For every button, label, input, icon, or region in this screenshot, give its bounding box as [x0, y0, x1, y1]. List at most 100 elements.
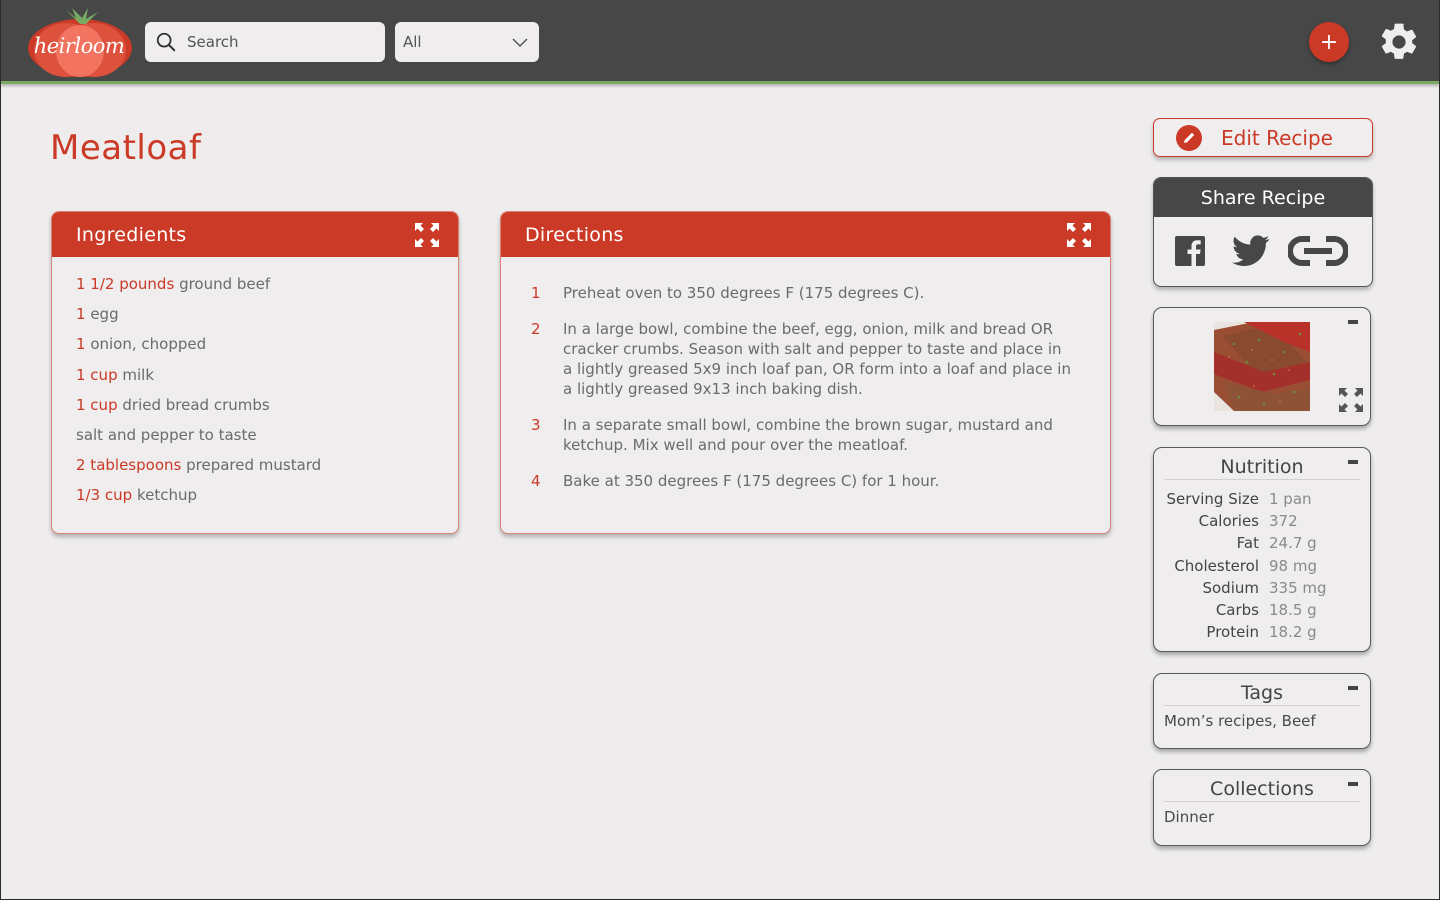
heirloom-logo[interactable]: heirloom	[26, 6, 134, 78]
edit-recipe-label: Edit Recipe	[1221, 125, 1333, 150]
step-text: Bake at 350 degrees F (175 degrees C) fo…	[563, 472, 940, 490]
collapse-tags-button[interactable]	[1348, 686, 1358, 690]
ingredient-quantity: 1 1/2 pounds	[76, 275, 175, 293]
tags-title: Tags	[1164, 682, 1360, 706]
nutrition-value: 335 mg	[1269, 578, 1327, 597]
search-icon	[156, 32, 176, 52]
collections-title: Collections	[1164, 778, 1360, 802]
logo-text: heirloom	[33, 34, 125, 58]
step-number: 1	[531, 284, 541, 302]
chevron-down-icon	[512, 38, 528, 48]
nutrition-value: 24.7 g	[1269, 534, 1317, 553]
expand-photo-icon[interactable]	[1338, 387, 1364, 413]
nutrition-value: 18.5 g	[1269, 600, 1317, 619]
nutrition-table: Serving Size 1 pan Calories 372 Fat 24.7 g …	[1154, 488, 1370, 643]
directions-card: Directions 1 Preheat oven to 350 degrees …	[500, 211, 1111, 534]
ingredient-quantity: 1 cup	[76, 395, 118, 414]
ingredient-quantity: 2 tablespoons	[76, 456, 182, 475]
ingredients-header: Ingredients	[52, 212, 458, 257]
nutrition-row: Sodium 335 mg	[1154, 577, 1370, 599]
direction-step: 3 In a separate small bowl, combine the b…	[531, 415, 1074, 455]
nutrition-row: Calories 372	[1154, 510, 1370, 532]
directions-header: Directions	[501, 212, 1110, 257]
search-box[interactable]	[145, 22, 385, 62]
twitter-icon[interactable]	[1232, 235, 1270, 267]
recipe-photo-panel	[1153, 307, 1371, 426]
nutrition-row: Carbs 18.5 g	[1154, 599, 1370, 621]
collapse-photo-button[interactable]	[1348, 320, 1358, 324]
ingredient-name: salt and pepper to taste	[76, 425, 257, 444]
collapse-nutrition-button[interactable]	[1348, 460, 1358, 464]
ingredient-item: 1 cup milk	[76, 364, 434, 394]
ingredient-name: prepared mustard	[186, 456, 322, 475]
ingredient-name: onion, chopped	[90, 335, 207, 354]
ingredient-item: salt and pepper to taste	[76, 424, 434, 454]
nutrition-label: Sodium	[1202, 578, 1259, 597]
ingredient-quantity: 1 cup	[76, 365, 118, 384]
expand-icon[interactable]	[414, 222, 440, 248]
step-text: In a large bowl, combine the beef, egg, …	[563, 320, 1071, 398]
share-recipe-panel: Share Recipe	[1153, 177, 1373, 287]
nutrition-value: 372	[1269, 512, 1298, 531]
ingredient-list: 1 1/2 pounds ground beef 1 egg 1 onion, …	[52, 257, 458, 515]
recipe-title: Meatloaf	[50, 128, 202, 168]
direction-step: 4 Bake at 350 degrees F (175 degrees C) f…	[531, 471, 1074, 491]
ingredient-item: 1 egg	[76, 303, 434, 333]
ingredient-name: milk	[122, 365, 155, 384]
search-input[interactable]	[187, 33, 367, 51]
step-number: 2	[531, 320, 541, 338]
tags-value: Mom’s recipes, Beef	[1164, 712, 1316, 730]
ingredient-quantity: 1	[76, 335, 86, 354]
facebook-icon[interactable]	[1174, 235, 1206, 267]
ingredient-quantity: 1/3 cup	[76, 486, 133, 505]
edit-recipe-button[interactable]: Edit Recipe	[1153, 118, 1373, 157]
expand-icon[interactable]	[1066, 222, 1092, 248]
directions-title: Directions	[525, 223, 624, 246]
nutrition-row: Cholesterol 98 mg	[1154, 555, 1370, 577]
nutrition-title: Nutrition	[1164, 456, 1360, 480]
nutrition-label: Carbs	[1215, 600, 1259, 619]
collections-value: Dinner	[1164, 808, 1215, 826]
nutrition-row: Serving Size 1 pan	[1154, 488, 1370, 510]
ingredient-name: ground beef	[179, 275, 271, 293]
nutrition-label: Cholesterol	[1174, 556, 1259, 575]
step-text: In a separate small bowl, combine the br…	[563, 416, 1053, 454]
category-filter-select[interactable]: All	[395, 22, 539, 62]
nutrition-value: 1 pan	[1269, 490, 1312, 508]
share-recipe-title: Share Recipe	[1154, 178, 1372, 217]
ingredient-quantity: 1	[76, 305, 86, 324]
recipe-photo[interactable]	[1214, 322, 1310, 411]
direction-step: 2 In a large bowl, combine the beef, egg,…	[531, 319, 1074, 399]
pencil-icon	[1176, 124, 1202, 151]
share-icons	[1154, 217, 1372, 267]
nutrition-row: Protein 18.2 g	[1154, 621, 1370, 643]
ingredient-item: 1 cup dried bread crumbs	[76, 394, 434, 424]
ingredient-item: 1/3 cup ketchup	[76, 484, 434, 514]
ingredient-item: 1 onion, chopped	[76, 333, 434, 363]
nutrition-label: Serving Size	[1166, 490, 1259, 508]
nutrition-label: Protein	[1206, 623, 1259, 642]
meatloaf-image	[1214, 322, 1310, 411]
collections-panel: Collections Dinner	[1153, 769, 1371, 846]
add-recipe-button[interactable]: +	[1309, 22, 1349, 62]
step-number: 4	[531, 472, 541, 490]
settings-gear-icon[interactable]	[1377, 20, 1421, 64]
nutrition-panel: Nutrition Serving Size 1 pan Calories 372 …	[1153, 447, 1371, 652]
collapse-collections-button[interactable]	[1348, 782, 1358, 786]
tags-panel: Tags Mom’s recipes, Beef	[1153, 673, 1371, 749]
link-icon[interactable]	[1288, 235, 1348, 267]
plus-icon: +	[1319, 29, 1339, 55]
direction-step: 1 Preheat oven to 350 degrees F (175 degr…	[531, 283, 1074, 303]
ingredients-card: Ingredients 1 1/2 pounds ground beef 1 e…	[51, 211, 459, 534]
nutrition-label: Fat	[1236, 534, 1259, 553]
filter-selected-value: All	[403, 33, 422, 51]
ingredient-name: dried bread crumbs	[122, 395, 270, 414]
ingredient-item: 2 tablespoons prepared mustard	[76, 454, 434, 484]
direction-steps: 1 Preheat oven to 350 degrees F (175 degr…	[501, 257, 1110, 491]
top-nav-bar: heirloom All +	[0, 0, 1440, 84]
ingredient-item: 1 1/2 pounds ground beef	[76, 273, 434, 303]
step-text: Preheat oven to 350 degrees F (175 degre…	[563, 284, 925, 302]
ingredient-name: egg	[90, 305, 119, 324]
ingredients-title: Ingredients	[76, 223, 187, 246]
nutrition-label: Calories	[1198, 512, 1259, 531]
